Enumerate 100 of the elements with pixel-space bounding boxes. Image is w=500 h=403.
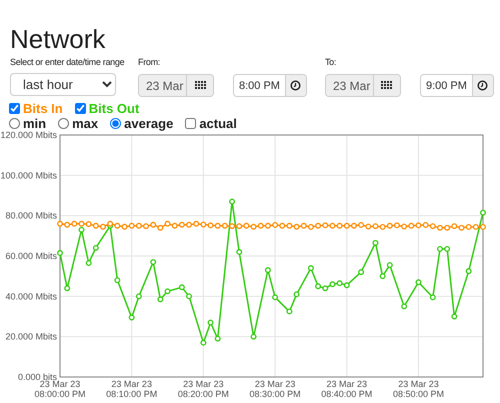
point (437, 246, 443, 252)
point (200, 340, 206, 346)
point (444, 246, 450, 252)
time-field[interactable]: 8:00 PM (234, 75, 286, 96)
point (294, 224, 300, 230)
point (308, 224, 314, 230)
point (466, 224, 472, 230)
point (236, 223, 242, 230)
x-tick-label: 23 Mar 23 08:20:00 PM (176, 379, 230, 399)
point (172, 222, 178, 229)
y-tick-label: 40.000 Mbits (5, 291, 57, 302)
point (200, 222, 206, 228)
mode-label: min (23, 116, 46, 130)
from-label: From: (138, 56, 161, 68)
point (322, 222, 328, 228)
y-tick-label: 120.000 Mbits (0, 130, 57, 140)
point (451, 314, 458, 320)
point (480, 224, 486, 230)
point (480, 210, 486, 216)
point (394, 222, 400, 228)
point (416, 279, 422, 286)
range-dropdown[interactable]: last hour (10, 73, 116, 96)
point (336, 280, 343, 286)
point (136, 293, 142, 300)
point (372, 223, 378, 230)
point (92, 222, 99, 229)
point (372, 240, 378, 246)
point (451, 223, 458, 230)
point (150, 259, 156, 265)
point (430, 223, 436, 230)
point (329, 222, 336, 229)
point (286, 308, 292, 314)
date-field[interactable]: 23 Mar (326, 75, 374, 96)
point (365, 224, 372, 230)
x-tick-label: 23 Mar 23 08:30:00 PM (248, 379, 302, 399)
point (229, 223, 236, 230)
point (250, 334, 257, 340)
date-field[interactable]: 23 Mar (139, 75, 187, 96)
point (186, 222, 192, 228)
point (329, 281, 336, 288)
point (380, 273, 386, 280)
point (264, 267, 271, 274)
point (430, 294, 436, 300)
point (236, 249, 242, 255)
x-tick-label: 23 Mar 23 08:00:00 PM (34, 379, 87, 399)
point (71, 220, 78, 227)
point (416, 222, 422, 228)
point (351, 222, 357, 229)
point (128, 314, 135, 320)
point (208, 222, 214, 228)
point (466, 268, 472, 274)
point (437, 224, 443, 231)
point (386, 222, 393, 229)
x-tick-label: 23 Mar 23 08:40:00 PM (320, 379, 374, 399)
mode-label: max (72, 116, 98, 130)
point (336, 222, 343, 229)
point (279, 222, 286, 229)
point (157, 224, 164, 231)
point (122, 224, 128, 230)
x-tick-label: 23 Mar 23 08:50:00 PM (392, 379, 445, 399)
point (78, 220, 84, 227)
point (322, 285, 328, 292)
point (136, 222, 142, 229)
point (114, 277, 120, 284)
point (444, 224, 450, 231)
y-tick-label: 80.000 Mbits (5, 210, 57, 221)
page-title: Network (9, 23, 106, 56)
point (408, 222, 414, 229)
point (164, 288, 170, 294)
point (193, 220, 200, 227)
point (150, 222, 156, 228)
y-tick-label: 100.000 Mbits (0, 170, 57, 180)
point (64, 285, 70, 292)
point (300, 222, 307, 229)
point (422, 222, 429, 228)
mode-label: actual (199, 116, 237, 130)
point (128, 222, 135, 229)
point (208, 320, 214, 326)
point (458, 224, 464, 231)
point (315, 222, 322, 229)
point (214, 336, 221, 342)
point (344, 222, 350, 229)
point (272, 294, 278, 300)
point (143, 223, 149, 230)
point (178, 222, 185, 228)
point (86, 221, 92, 228)
point (57, 250, 63, 256)
y-tick-label: 60.000 Mbits (5, 251, 57, 261)
point (250, 224, 257, 230)
point (86, 260, 92, 266)
point (401, 224, 408, 230)
point (258, 222, 264, 229)
point (380, 224, 386, 230)
point (114, 222, 120, 229)
time-field[interactable]: 9:00 PM (420, 75, 473, 96)
point (358, 269, 364, 276)
point (57, 220, 63, 227)
point (243, 222, 250, 229)
point (272, 222, 278, 228)
mode-label: average (124, 116, 174, 130)
